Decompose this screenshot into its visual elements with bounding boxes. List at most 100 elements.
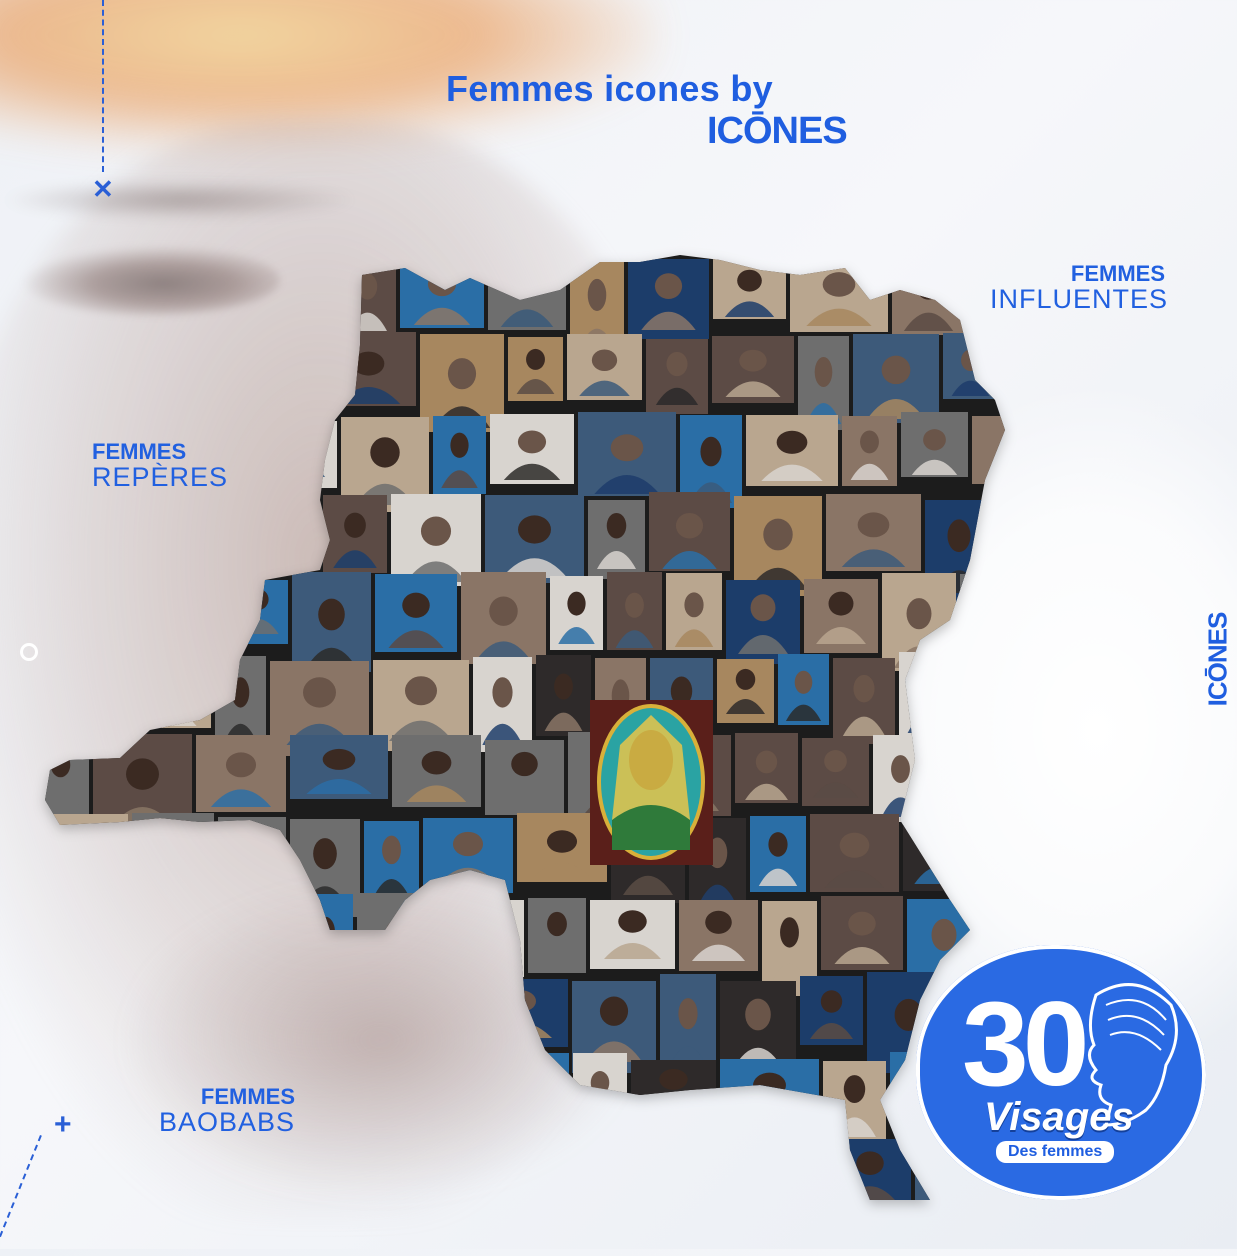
photo-tile-body — [277, 1181, 324, 1197]
photo-tile-face — [590, 1071, 610, 1095]
photo-tile-face — [427, 1078, 452, 1111]
photo-tile-body — [230, 951, 282, 970]
photo-tile — [499, 1132, 564, 1200]
photo-tile-face — [599, 996, 629, 1026]
photo-tile — [45, 500, 89, 593]
photo-tile — [394, 974, 468, 1067]
photo-tile — [45, 255, 107, 339]
photo-tile-face — [282, 274, 309, 301]
badge-number: 30 — [962, 977, 1090, 1111]
photo-tile-body — [103, 1106, 154, 1123]
photo-tile-face — [518, 515, 551, 544]
photo-tile-face — [492, 677, 513, 708]
photo-tile — [899, 652, 954, 735]
photo-tile-face — [50, 516, 71, 547]
photo-tile — [266, 1136, 335, 1200]
photo-tile-face — [117, 439, 142, 472]
photo-tile — [204, 1137, 262, 1200]
photo-tile-body — [48, 941, 115, 957]
photo-tile-face — [187, 1077, 208, 1107]
photo-tile-face — [857, 512, 890, 538]
photo-tile-face — [839, 832, 870, 858]
photo-tile-face — [208, 994, 239, 1021]
photo-tile-face — [421, 751, 452, 775]
photo-tile-face — [554, 673, 573, 700]
photo-tile-body — [988, 462, 1005, 478]
photo-tile — [568, 1141, 659, 1200]
photo-tile-body — [104, 489, 155, 512]
photo-tile — [135, 896, 214, 985]
photo-tile-face — [990, 672, 1005, 697]
photo-tile-body — [323, 1123, 384, 1144]
photo-tile — [338, 974, 390, 1046]
photo-tile-face — [131, 995, 154, 1024]
photo-tile-face — [735, 668, 756, 690]
photo-tile-body — [974, 640, 1005, 661]
photo-tile-face — [916, 273, 941, 300]
photo-tile — [230, 1057, 304, 1153]
photo-tile-face — [511, 751, 538, 777]
photo-tile-face — [678, 998, 698, 1030]
photo-tile-body — [120, 1038, 165, 1058]
photo-tile-body — [184, 487, 246, 510]
photo-tile-face — [675, 512, 704, 539]
photo-tile-body — [178, 628, 217, 646]
photo-tile-face — [268, 358, 293, 390]
photo-tile-body — [776, 1186, 816, 1200]
photo-tile-face — [457, 1149, 477, 1172]
photo-tile-body — [45, 1028, 94, 1045]
photo-tile — [115, 576, 166, 659]
photo-tile-face — [65, 909, 98, 932]
photo-tile — [45, 900, 131, 967]
photo-tile — [169, 1055, 226, 1149]
photo-tile-face — [427, 271, 457, 297]
photo-tile-face — [567, 591, 586, 616]
photo-tile-face — [755, 750, 778, 774]
photo-tile-face — [116, 1071, 141, 1096]
photo-tile — [256, 255, 335, 336]
photo-tile-body — [736, 1110, 803, 1128]
photo-tile-body — [196, 390, 233, 408]
photo-tile-body — [122, 634, 159, 653]
photo-tile — [298, 894, 353, 987]
photo-tile — [45, 577, 111, 649]
photo-tile — [264, 493, 319, 565]
photo-tile-face — [923, 429, 946, 451]
photo-tile — [663, 1132, 763, 1200]
photo-tile-face — [750, 594, 776, 622]
photo-tile-face — [144, 352, 165, 379]
photo-tile-face — [316, 916, 335, 947]
photo-tile-body — [46, 700, 106, 716]
photo-tile-body — [48, 875, 112, 895]
photo-tile-face — [989, 596, 1005, 626]
photo-tile-face — [288, 429, 313, 452]
photo-tile-face — [587, 278, 607, 311]
photo-tile-body — [974, 708, 1005, 726]
photo-tile-body — [645, 1099, 702, 1114]
photo-tile-face — [820, 990, 843, 1013]
photo-tile-face — [1018, 911, 1051, 934]
photo-tile-face — [705, 910, 732, 934]
photo-tile — [45, 1060, 88, 1160]
photo-tile-face — [947, 519, 971, 553]
photo-tile-face — [786, 1151, 806, 1176]
photo-tile-face — [891, 755, 910, 784]
photo-tile-face — [684, 592, 704, 618]
photo-tile-face — [517, 430, 547, 454]
photo-tile-body — [979, 323, 1005, 344]
photo-tile-body — [930, 1204, 990, 1225]
photo-tile-face — [753, 1072, 786, 1098]
photo-tile-face — [313, 838, 337, 870]
photo-tile — [244, 337, 317, 435]
photo-tile — [960, 574, 1005, 665]
photo-tile-face — [591, 349, 618, 372]
photo-tile-face — [223, 1155, 243, 1184]
photo-tile — [264, 421, 337, 488]
photo-tile-body — [268, 314, 323, 333]
photo-tile-face — [402, 592, 430, 618]
photo-tile-body — [180, 568, 245, 591]
photo-tile-face — [115, 511, 139, 536]
photo-tile-face — [763, 518, 793, 551]
photo-tile — [169, 256, 252, 323]
photo-tile-face — [58, 591, 85, 615]
